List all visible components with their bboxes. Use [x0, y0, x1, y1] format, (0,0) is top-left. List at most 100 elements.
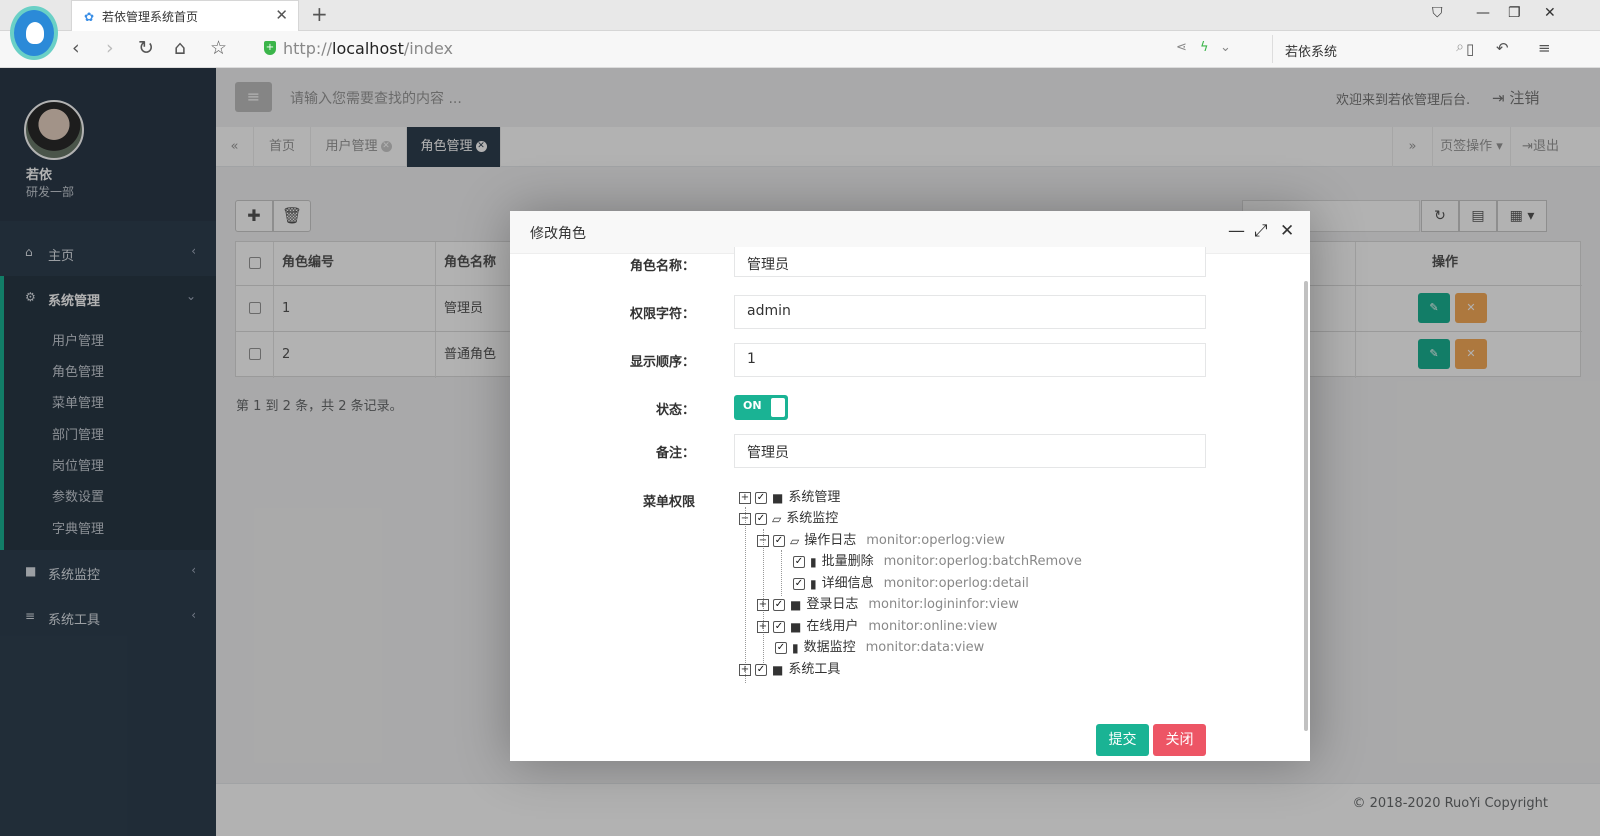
permission-code: monitor:data:view: [865, 640, 985, 655]
tree-node-label: 登录日志: [806, 597, 859, 612]
search-icon[interactable]: ⌕: [1456, 39, 1464, 55]
checkbox-checked-icon[interactable]: ✓: [755, 491, 767, 504]
mobile-icon[interactable]: ▯: [1466, 40, 1474, 58]
folder-open-icon: ▱: [790, 533, 800, 548]
checkbox-checked-icon[interactable]: ✓: [793, 555, 805, 568]
tree-node-label: 批量删除: [821, 554, 874, 569]
collapse-icon[interactable]: −: [739, 512, 751, 525]
close-window-icon[interactable]: ✕: [1544, 5, 1556, 21]
dropdown-chevron-icon[interactable]: ⌄: [1220, 40, 1231, 55]
tree-node-label: 在线用户: [806, 619, 859, 634]
tree-node-label: 操作日志: [804, 533, 857, 548]
role-name-field[interactable]: 管理员: [734, 247, 1206, 277]
tree-node[interactable]: ✓ ▮ 数据监控 monitor:data:view: [775, 636, 984, 656]
tree-node-label: 系统监控: [786, 511, 839, 526]
tree-line: [745, 507, 746, 683]
tree-node[interactable]: + ✓ ■ 系统工具: [739, 658, 840, 678]
secure-shield-icon: +: [264, 41, 276, 55]
permission-code: monitor:operlog:detail: [883, 576, 1029, 591]
url-host: localhost: [332, 39, 404, 58]
tree-node[interactable]: ✓ ▮ 批量删除 monitor:operlog:batchRemove: [793, 550, 1082, 570]
maximize-icon[interactable]: ⤢: [1254, 221, 1268, 241]
browser-tab[interactable]: ✿ 若依管理系统首页 ✕: [71, 0, 299, 32]
file-icon: ▮: [810, 554, 817, 569]
tree-node[interactable]: + ✓ ■ 登录日志 monitor:logininfor:view: [757, 593, 1019, 613]
expand-icon[interactable]: +: [757, 620, 769, 633]
role-key-label: 权限字符：: [629, 307, 695, 322]
role-key-field[interactable]: admin: [734, 295, 1206, 329]
restore-icon[interactable]: ❐: [1508, 5, 1521, 21]
folder-icon: ■: [790, 597, 802, 612]
checkbox-checked-icon[interactable]: ✓: [755, 663, 767, 676]
address-bar: ‹ › ↻ ⌂ ☆ + http://localhost/index ⋖ ϟ ⌄…: [0, 31, 1600, 68]
url-path: /index: [403, 39, 454, 58]
tree-node[interactable]: + ✓ ■ 系统管理: [739, 486, 840, 506]
collapse-icon[interactable]: −: [757, 534, 769, 547]
checkbox-checked-icon[interactable]: ✓: [773, 534, 785, 547]
close-button[interactable]: 关闭: [1153, 724, 1206, 756]
folder-icon: ■: [772, 490, 784, 505]
tree-node[interactable]: − ✓ ▱ 系统监控: [739, 507, 838, 527]
folder-open-icon: ▱: [772, 511, 782, 526]
permission-code: monitor:operlog:view: [866, 533, 1005, 548]
tree-node[interactable]: + ✓ ■ 在线用户 monitor:online:view: [757, 615, 997, 635]
new-tab-icon[interactable]: +: [311, 2, 328, 26]
reload-icon[interactable]: ↻: [138, 37, 154, 59]
browser-search-text: 若依系统: [1285, 45, 1338, 60]
remark-field[interactable]: 管理员: [734, 434, 1206, 468]
browser-search-box[interactable]: 若依系统 ⌕: [1272, 35, 1472, 63]
minimize-icon[interactable]: —: [1476, 5, 1490, 21]
url-field[interactable]: + http://localhost/index: [260, 36, 1200, 62]
checkbox-checked-icon[interactable]: ✓: [775, 641, 787, 654]
browser-tab-title: 若依管理系统首页: [102, 10, 199, 24]
tree-node-label: 数据监控: [803, 640, 856, 655]
checkbox-checked-icon[interactable]: ✓: [793, 577, 805, 590]
sort-order-label: 显示顺序：: [629, 355, 695, 370]
browser-logo-icon: [10, 6, 58, 60]
tree-node[interactable]: − ✓ ▱ 操作日志 monitor:operlog:view: [757, 529, 1005, 549]
lightning-icon[interactable]: ϟ: [1200, 40, 1209, 55]
menu-permissions-label: 菜单权限: [642, 495, 695, 510]
dialog-scrollbar[interactable]: [1304, 281, 1308, 731]
expand-icon[interactable]: +: [757, 598, 769, 611]
role-name-label: 角色名称：: [629, 259, 695, 274]
minimize-icon[interactable]: —: [1228, 221, 1245, 241]
home-icon[interactable]: ⌂: [174, 37, 186, 59]
submit-button[interactable]: 提交: [1096, 724, 1149, 756]
folder-icon: ■: [772, 662, 784, 677]
close-icon[interactable]: ✕: [1280, 221, 1294, 241]
sort-order-field[interactable]: 1: [734, 343, 1206, 377]
permission-code: monitor:online:view: [868, 619, 998, 634]
file-icon: ▮: [810, 576, 817, 591]
dialog-title: 修改角色: [530, 226, 586, 242]
tree-node[interactable]: ✓ ▮ 详细信息 monitor:operlog:detail: [793, 572, 1029, 592]
browser-menu-icon[interactable]: ≡: [1538, 39, 1551, 57]
share-icon[interactable]: ⋖: [1176, 40, 1187, 55]
browser-tab-strip: ✿ 若依管理系统首页 ✕ + ⛉ — ❐ ✕: [0, 0, 1600, 32]
status-toggle-label: ON: [743, 399, 762, 412]
tree-node-label: 详细信息: [821, 576, 874, 591]
leaf-favicon-icon: ✿: [84, 10, 95, 24]
close-tab-icon[interactable]: ✕: [275, 6, 288, 24]
permission-code: monitor:operlog:batchRemove: [883, 554, 1082, 569]
expand-icon[interactable]: +: [739, 663, 751, 676]
checkbox-checked-icon[interactable]: ✓: [755, 512, 767, 525]
checkbox-checked-icon[interactable]: ✓: [773, 598, 785, 611]
expand-icon[interactable]: +: [739, 491, 751, 504]
checkbox-checked-icon[interactable]: ✓: [773, 620, 785, 633]
star-icon[interactable]: ☆: [210, 37, 227, 59]
edit-role-dialog: 修改角色 — ⤢ ✕ 角色名称： 管理员 权限字符： admin 显示顺序： 1…: [510, 211, 1310, 761]
toggle-knob: [771, 398, 785, 417]
status-toggle[interactable]: ON: [734, 395, 788, 420]
undo-icon[interactable]: ↶: [1496, 39, 1509, 57]
back-icon[interactable]: ‹: [72, 37, 80, 59]
tree-node-label: 系统管理: [788, 490, 841, 505]
file-icon: ▮: [792, 640, 799, 655]
folder-icon: ■: [790, 619, 802, 634]
tree-node-label: 系统工具: [788, 662, 841, 677]
permission-code: monitor:logininfor:view: [868, 597, 1019, 612]
status-label: 状态：: [655, 403, 695, 418]
forward-icon[interactable]: ›: [106, 37, 114, 59]
url-scheme: http://: [283, 39, 333, 58]
shirt-skin-icon[interactable]: ⛉: [1432, 5, 1443, 21]
